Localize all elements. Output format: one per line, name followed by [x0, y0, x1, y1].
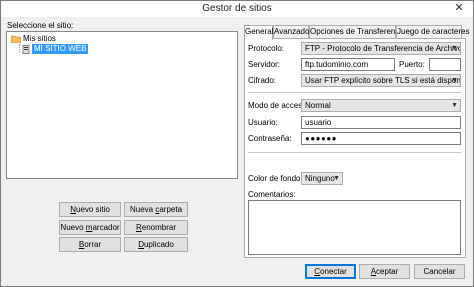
tree-connector [19, 44, 20, 52]
folder-icon [10, 35, 22, 44]
tab-advanced[interactable]: Avanzado [273, 25, 309, 39]
access-mode-value: Normal [305, 101, 331, 110]
encryption-label: Cifrado: [248, 76, 277, 85]
chevron-down-icon: ▼ [333, 175, 340, 182]
protocol-value: FTP - Protocolo de Transferencia de Arch… [305, 44, 461, 53]
new-folder-button[interactable]: Nueva carpeta [124, 202, 188, 217]
tab-general[interactable]: General [244, 25, 273, 40]
password-label: Contraseña: [248, 134, 292, 143]
window-title: Gestor de sitios [202, 3, 272, 14]
cancel-button[interactable]: Cancelar [414, 264, 465, 279]
tab-transfer-options[interactable]: Opciones de Transferencia [309, 25, 406, 39]
tree-label: Seleccione el sitio: [7, 21, 74, 30]
close-icon[interactable]: ✕ [451, 2, 467, 15]
chevron-down-icon: ▼ [451, 45, 458, 52]
comments-label: Comentarios: [248, 190, 296, 199]
user-label: Usuario: [248, 118, 278, 127]
chevron-down-icon: ▼ [451, 77, 458, 84]
port-label: Puerto: [399, 60, 425, 69]
accept-button[interactable]: Aceptar [359, 264, 410, 279]
new-bookmark-button[interactable]: Nuevo marcador [59, 220, 121, 235]
user-input[interactable]: usuario [301, 116, 461, 129]
bgcolor-label: Color de fondo: [248, 174, 303, 183]
bgcolor-select[interactable]: Ninguno ▼ [301, 172, 343, 185]
protocol-select[interactable]: FTP - Protocolo de Transferencia de Arch… [301, 42, 461, 55]
password-input[interactable]: ●●●●●● [301, 132, 461, 145]
port-input[interactable] [429, 58, 461, 71]
encryption-select[interactable]: Usar FTP explícito sobre TLS si está dis… [301, 74, 461, 87]
title-bar: Gestor de sitios ✕ [1, 1, 473, 17]
duplicate-button[interactable]: Duplicado [124, 237, 188, 252]
access-mode-label: Modo de acceso: [248, 101, 309, 110]
divider [248, 92, 461, 93]
delete-button[interactable]: Borrar [59, 237, 121, 252]
server-input[interactable]: ftp.tudominio.com [301, 58, 395, 71]
divider [248, 152, 461, 153]
tree-site-item[interactable]: MI SITIO WEB [32, 44, 89, 54]
connect-button[interactable]: Conectar [305, 264, 356, 279]
new-site-button[interactable]: Nuevo sitio [59, 202, 121, 217]
protocol-label: Protocolo: [248, 44, 285, 53]
site-tree[interactable]: Mis sitios MI SITIO WEB [6, 31, 238, 179]
tab-charset[interactable]: Juego de caracteres [396, 25, 470, 39]
bgcolor-value: Ninguno [305, 174, 335, 183]
general-panel: Protocolo: FTP - Protocolo de Transferen… [244, 38, 466, 258]
site-manager-window: Gestor de sitios ✕ Seleccione el sitio: … [0, 0, 474, 287]
chevron-down-icon: ▼ [451, 102, 458, 109]
server-label: Servidor: [248, 60, 281, 69]
server-icon [22, 45, 30, 54]
access-mode-select[interactable]: Normal ▼ [301, 99, 461, 112]
encryption-value: Usar FTP explícito sobre TLS si está dis… [305, 76, 461, 85]
tree-root-folder[interactable]: Mis sitios [23, 34, 56, 43]
rename-button[interactable]: Renombrar [124, 220, 188, 235]
comments-textarea[interactable] [248, 200, 461, 255]
